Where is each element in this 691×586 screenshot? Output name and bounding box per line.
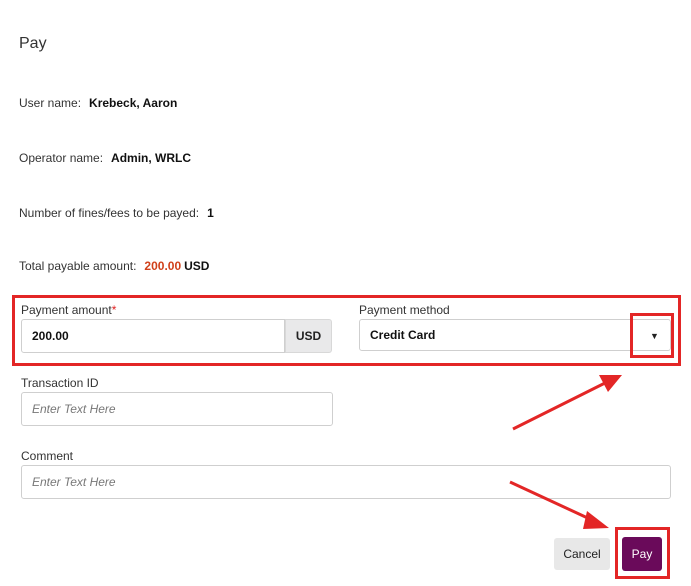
arrow-to-pay-line xyxy=(509,480,593,522)
cancel-button[interactable]: Cancel xyxy=(554,538,610,570)
pay-button[interactable]: Pay xyxy=(622,537,662,571)
arrow-to-dropdown-line xyxy=(512,381,606,431)
arrow-to-pay-head xyxy=(583,511,609,529)
annotation-arrows xyxy=(509,375,622,529)
